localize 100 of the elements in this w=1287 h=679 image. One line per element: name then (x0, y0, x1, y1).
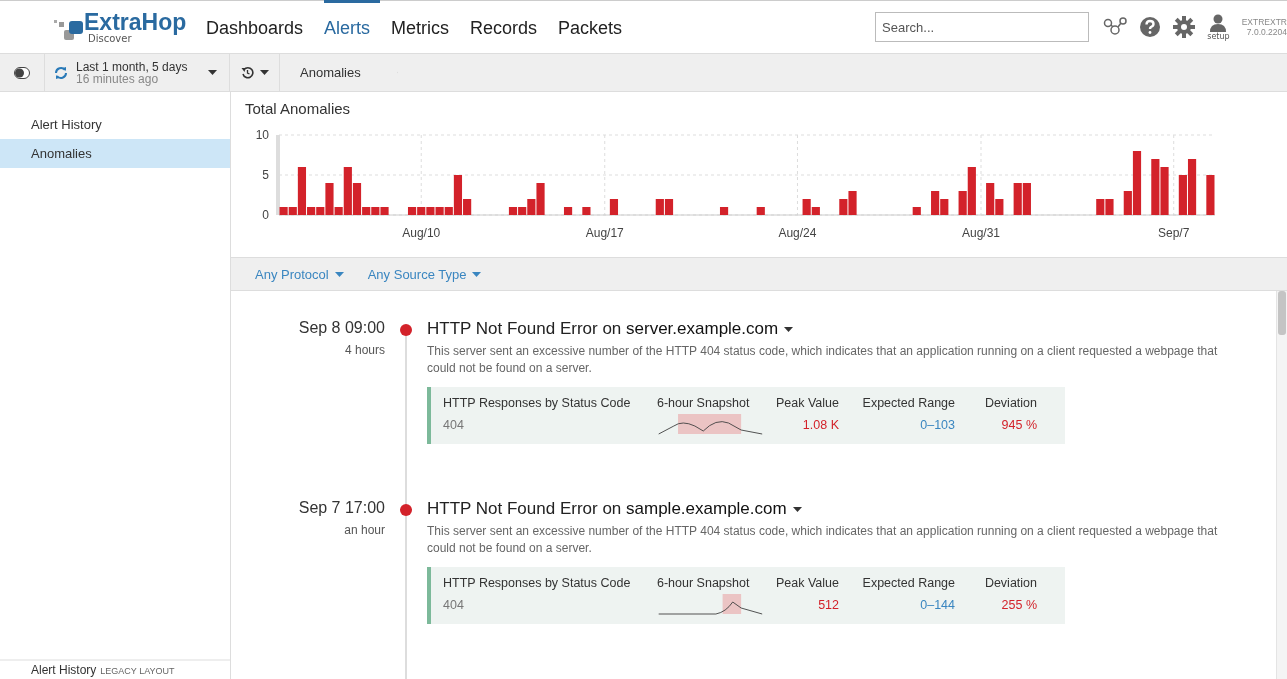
nav-tab[interactable]: Packets (558, 0, 633, 53)
sidebar-item[interactable]: Anomalies (0, 139, 230, 168)
y-tick-label: 10 (255, 128, 269, 142)
bar[interactable] (444, 207, 453, 215)
sidebar-footer-link[interactable]: Alert History (31, 663, 97, 677)
x-tick-label: Aug/17 (585, 226, 624, 240)
severity-dot (400, 504, 412, 516)
bar[interactable] (1105, 199, 1114, 215)
bar[interactable] (407, 207, 417, 215)
bar[interactable] (802, 199, 811, 215)
bar[interactable] (307, 207, 316, 215)
bar[interactable] (931, 191, 940, 215)
bar[interactable] (1022, 183, 1031, 215)
caret-icon[interactable] (208, 70, 217, 75)
user-label[interactable]: setup (1207, 31, 1230, 41)
bar[interactable] (1123, 191, 1132, 215)
bar[interactable] (958, 191, 967, 215)
bar[interactable] (536, 183, 545, 215)
time-range[interactable]: Last 1 month, 5 days (76, 60, 188, 73)
column-header: Expected Range (862, 576, 955, 590)
deviation-value: 255 % (1001, 598, 1037, 612)
bar[interactable] (371, 207, 380, 215)
bar[interactable] (352, 183, 362, 215)
bar[interactable] (655, 199, 664, 215)
history-icon[interactable] (240, 66, 254, 79)
updated-time: 16 minutes ago (76, 72, 160, 85)
caret-icon[interactable] (792, 506, 802, 512)
nav-tab[interactable]: Records (470, 0, 548, 53)
column-header: Peak Value (776, 396, 839, 410)
bar[interactable] (986, 183, 995, 215)
alert-description: This server sent an excessive number of the HTTP 404 status code, which indicates that an application running on a client requested a webpage that could not be found on a server. (427, 523, 1219, 557)
bar[interactable] (417, 207, 426, 215)
bar[interactable] (508, 207, 518, 215)
nav-tab[interactable]: Dashboards (205, 0, 313, 53)
bar[interactable] (940, 199, 949, 215)
help-icon[interactable] (1139, 16, 1162, 38)
bar[interactable] (518, 207, 527, 215)
bar[interactable] (811, 207, 820, 215)
bar[interactable] (288, 207, 297, 215)
bar[interactable] (1151, 159, 1160, 215)
bar[interactable] (463, 199, 472, 215)
toggle-icon[interactable] (14, 66, 30, 79)
chart-title: Total Anomalies (245, 100, 352, 117)
version-label: 7.0.0.2204 (1246, 27, 1287, 37)
bar[interactable] (967, 167, 976, 215)
bar[interactable] (912, 207, 921, 215)
bar[interactable] (435, 207, 444, 215)
refresh-icon[interactable] (54, 65, 68, 80)
bar[interactable] (719, 207, 729, 215)
logo-icon (54, 18, 84, 42)
column-header: HTTP Responses by Status Code (443, 396, 632, 410)
column-header: 6-hour Snapshot (657, 396, 750, 410)
alert-title[interactable]: HTTP Not Found Error on server.example.com (427, 319, 779, 339)
bar[interactable] (380, 207, 389, 215)
bar[interactable] (297, 167, 307, 215)
caret-icon[interactable] (259, 70, 269, 75)
bar[interactable] (1206, 175, 1215, 215)
deviation-value: 945 % (1001, 418, 1037, 432)
bar[interactable] (1013, 183, 1022, 215)
bar[interactable] (453, 175, 463, 215)
y-tick-label: 0 (262, 208, 269, 222)
search-field[interactable]: Search... (875, 12, 1090, 42)
bar[interactable] (995, 199, 1004, 215)
alert-time: Sep 8 09:00 (298, 319, 385, 337)
bar[interactable] (316, 207, 325, 215)
bar[interactable] (848, 191, 857, 215)
bar[interactable] (582, 207, 591, 215)
bar[interactable] (334, 207, 343, 215)
filter-dropdown[interactable]: Any Protocol (255, 266, 344, 282)
bar[interactable] (756, 207, 765, 215)
bar[interactable] (527, 199, 536, 215)
user-icon[interactable] (1210, 13, 1227, 32)
bar[interactable] (426, 207, 435, 215)
caret-icon[interactable] (784, 326, 794, 332)
bar[interactable] (362, 207, 371, 215)
bar[interactable] (1160, 167, 1169, 215)
system-name: EXTREXTR (1241, 17, 1287, 27)
logo: ExtraHop (84, 10, 187, 34)
peak-value: 1.08 K (802, 418, 839, 432)
bar[interactable] (1096, 199, 1105, 215)
status-code: 404 (443, 598, 465, 612)
bar[interactable] (1178, 175, 1187, 215)
nav-tab[interactable]: Metrics (391, 0, 460, 53)
x-tick-label: Sep/7 (1158, 226, 1190, 240)
bar[interactable] (1132, 151, 1142, 215)
column-header: Deviation (984, 576, 1037, 590)
scrollbar[interactable] (1276, 291, 1287, 679)
alert-title[interactable]: HTTP Not Found Error on sample.example.com (427, 499, 787, 519)
bar[interactable] (343, 167, 352, 215)
settings-icon[interactable] (1173, 16, 1196, 38)
bar[interactable] (563, 207, 573, 215)
alert-description: This server sent an excessive number of the HTTP 404 status code, which indicates that an application running on a client requested a webpage that could not be found on a server. (427, 343, 1219, 377)
filter-dropdown[interactable]: Any Source Type (367, 266, 482, 282)
bar[interactable] (325, 183, 334, 215)
bar[interactable] (839, 199, 848, 215)
network-icon[interactable] (1103, 17, 1128, 37)
sidebar-item[interactable]: Alert History (0, 110, 230, 139)
bar[interactable] (609, 199, 619, 215)
bar[interactable] (1187, 159, 1197, 215)
bar[interactable] (664, 199, 674, 215)
